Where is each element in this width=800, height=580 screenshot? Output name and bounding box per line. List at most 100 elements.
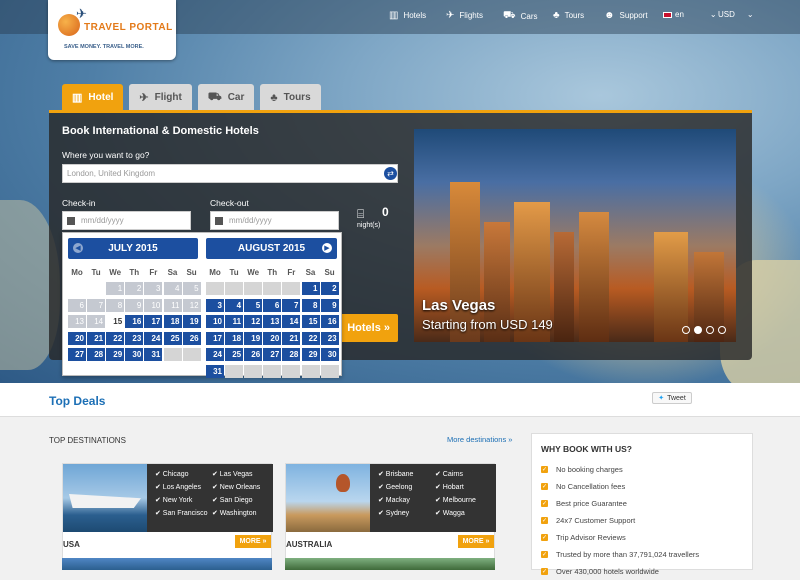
nav-flights[interactable]: ✈ Flights (446, 10, 483, 21)
prev-month-icon[interactable]: ◀ (73, 243, 83, 253)
checkout-input[interactable]: mm/dd/yyyy (210, 211, 339, 230)
calendar-day[interactable]: 8 (301, 298, 320, 312)
calendar-day[interactable]: 3 (206, 298, 224, 312)
calendar-day[interactable]: 27 (263, 348, 282, 361)
language-select[interactable]: en ⌄ (663, 10, 717, 19)
calendar-day[interactable]: 20 (263, 331, 282, 345)
slider-dot[interactable] (706, 326, 714, 334)
calendar-day[interactable]: 16 (320, 315, 339, 328)
calendar-day[interactable]: 4 (225, 298, 244, 312)
calendar-day[interactable]: 23 (125, 331, 144, 345)
calendar-day[interactable]: 26 (244, 348, 263, 361)
calendar-day[interactable]: 18 (225, 331, 244, 345)
city-link[interactable]: ✔ Los Angeles (155, 483, 212, 491)
more-destinations-link[interactable]: More destinations » (447, 435, 512, 444)
calendar-day[interactable]: 21 (282, 331, 301, 345)
destination-input[interactable]: London, United Kingdom (62, 164, 398, 183)
calendar-day[interactable]: 18 (163, 315, 182, 328)
logo[interactable]: ✈ TRAVEL PORTAL SAVE MONEY. TRAVEL MORE. (48, 0, 176, 60)
nav-support[interactable]: ☻ Support (604, 10, 648, 21)
city-link[interactable]: ✔ Mackay (378, 496, 435, 504)
tab-hotel[interactable]: ▥ Hotel (62, 84, 124, 111)
nav-hotels[interactable]: ▥ Hotels (389, 10, 426, 21)
destination-card-next[interactable] (62, 558, 272, 570)
currency-select[interactable]: USD ⌄ (718, 10, 754, 19)
tab-car[interactable]: ⛟ Car (197, 84, 255, 111)
next-month-icon[interactable]: ▶ (322, 243, 332, 253)
calendar-day[interactable]: 17 (144, 315, 163, 328)
calendar-day[interactable]: 9 (320, 298, 339, 312)
weekday-label: Tu (229, 268, 239, 277)
calendar-day[interactable]: 19 (182, 315, 201, 328)
destination-card-australia[interactable]: ✔ Brisbane ✔ Cairns ✔ Geelong ✔ Hobart ✔ Mac… (285, 463, 496, 565)
city-link[interactable]: ✔ Las Vegas (212, 470, 253, 478)
calendar-day[interactable]: 16 (125, 315, 144, 328)
city-link[interactable]: ✔ New York (155, 496, 212, 504)
calendar-day[interactable]: 30 (320, 348, 339, 361)
city-link[interactable]: ✔ Washington (212, 509, 257, 517)
more-button[interactable]: MORE » (458, 535, 494, 548)
destination-card-next[interactable] (285, 558, 495, 570)
calendar-day[interactable]: 25 (225, 348, 244, 361)
city-link[interactable]: ✔ New Orleans (212, 483, 260, 491)
calendar-day[interactable]: 26 (182, 331, 201, 345)
city-link[interactable]: ✔ Brisbane (378, 470, 435, 478)
city-link[interactable]: ✔ San Diego (212, 496, 253, 504)
city-link[interactable]: ✔ Hobart (435, 483, 464, 491)
city-link[interactable]: ✔ Melbourne (435, 496, 476, 504)
search-hotels-button[interactable]: Hotels » (336, 314, 398, 342)
nav-cars[interactable]: ⛟ Cars (503, 10, 537, 23)
calendar-empty-cell (282, 364, 301, 378)
calendar-day[interactable]: 20 (68, 331, 86, 345)
calendar-day[interactable]: 22 (106, 331, 125, 345)
calendar-day[interactable]: 27 (68, 348, 86, 361)
tab-tours[interactable]: ♣ Tours (260, 84, 321, 111)
nav-tours[interactable]: ♣ Tours (553, 10, 584, 21)
calendar-day[interactable]: 15 (106, 315, 125, 328)
slider-dot[interactable] (682, 326, 690, 334)
city-link[interactable]: ✔ Cairns (435, 470, 463, 478)
city-link[interactable]: ✔ Chicago (155, 470, 212, 478)
twitter-icon: ✦ (658, 395, 665, 402)
destination-card-usa[interactable]: ✔ Chicago ✔ Las Vegas ✔ Los Angeles ✔ New O… (62, 463, 273, 565)
calendar-day[interactable]: 24 (206, 348, 224, 361)
calendar-day[interactable]: 12 (244, 315, 263, 328)
calendar-day[interactable]: 1 (301, 282, 320, 295)
calendar-day[interactable]: 21 (87, 331, 106, 345)
slider-dot[interactable] (694, 326, 702, 334)
calendar-day[interactable]: 28 (87, 348, 106, 361)
city-link[interactable]: ✔ San Francisco (155, 509, 212, 517)
checkin-input[interactable]: mm/dd/yyyy (62, 211, 191, 230)
calendar-day[interactable]: 17 (206, 331, 224, 345)
calendar-day[interactable]: 13 (263, 315, 282, 328)
calendar-day[interactable]: 23 (320, 331, 339, 345)
city-link[interactable]: ✔ Geelong (378, 483, 435, 491)
calendar-day[interactable]: 28 (282, 348, 301, 361)
slider-dot[interactable] (718, 326, 726, 334)
calendar-day[interactable]: 7 (282, 298, 301, 312)
promo-slider[interactable]: Las Vegas Starting from USD 149 (414, 129, 736, 342)
tab-flight[interactable]: ✈ Flight (129, 84, 192, 111)
calendar-day[interactable]: 22 (301, 331, 320, 345)
calendar-day[interactable]: 14 (282, 315, 301, 328)
brand-tagline: SAVE MONEY. TRAVEL MORE. (64, 44, 144, 50)
calendar-day[interactable]: 29 (106, 348, 125, 361)
city-link[interactable]: ✔ Wagga (435, 509, 465, 517)
calendar-day[interactable]: 2 (320, 282, 339, 295)
calendar-day[interactable]: 31 (206, 364, 224, 378)
calendar-day[interactable]: 29 (301, 348, 320, 361)
calendar-day[interactable]: 19 (244, 331, 263, 345)
calendar-day[interactable]: 15 (301, 315, 320, 328)
tweet-button[interactable]: ✦ Tweet (652, 392, 692, 404)
swap-icon[interactable]: ⇄ (384, 167, 397, 180)
calendar-day[interactable]: 10 (206, 315, 224, 328)
calendar-day[interactable]: 31 (144, 348, 163, 361)
calendar-day[interactable]: 24 (144, 331, 163, 345)
calendar-day[interactable]: 11 (225, 315, 244, 328)
calendar-day[interactable]: 30 (125, 348, 144, 361)
more-button[interactable]: MORE » (235, 535, 271, 548)
calendar-day[interactable]: 5 (244, 298, 263, 312)
calendar-day[interactable]: 6 (263, 298, 282, 312)
city-link[interactable]: ✔ Sydney (378, 509, 435, 517)
calendar-day[interactable]: 25 (163, 331, 182, 345)
